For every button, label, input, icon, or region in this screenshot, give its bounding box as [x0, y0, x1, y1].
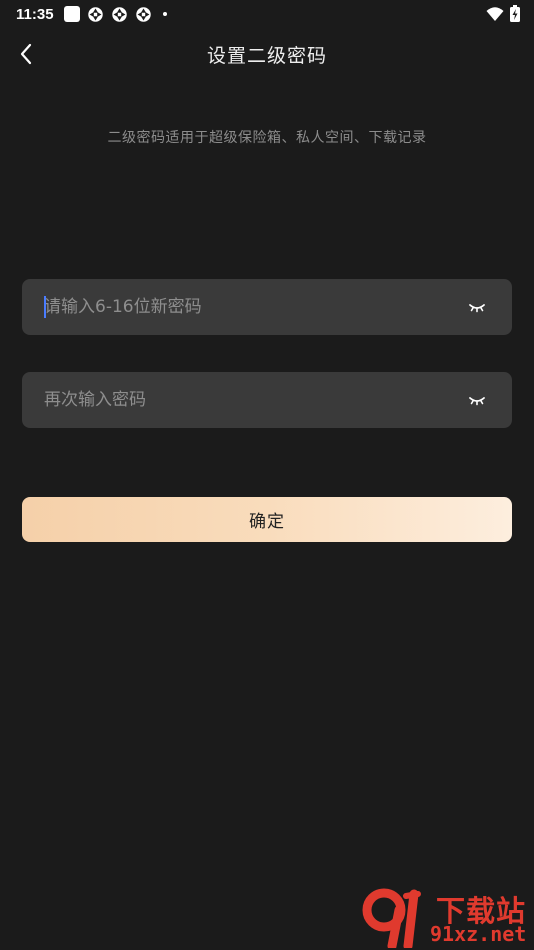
status-time: 11:35 [16, 5, 54, 23]
wifi-icon [486, 6, 504, 21]
status-right-icons [486, 5, 520, 22]
dot-icon [162, 12, 167, 16]
confirm-password-field[interactable] [22, 372, 512, 428]
watermark-url: 91xz.net [430, 922, 527, 946]
eye-closed-icon[interactable] [468, 299, 486, 315]
eye-closed-icon[interactable] [468, 392, 486, 408]
notification-icons [63, 6, 167, 23]
app-ring-icon [135, 6, 151, 22]
confirm-button[interactable]: 确定 [22, 497, 512, 542]
page-title: 设置二级密码 [206, 45, 327, 67]
watermark-logo-icon [362, 888, 421, 948]
description-text: 二级密码适用于超级保险箱、私人空间、下载记录 [107, 130, 427, 146]
battery-charging-icon [510, 5, 520, 22]
status-bar: 11:35 [0, 0, 534, 28]
notification-square-icon [63, 6, 80, 22]
confirm-password-input[interactable] [22, 372, 462, 428]
text-caret [44, 296, 46, 318]
watermark: 下载站 91xz.net [362, 886, 534, 950]
header: 设置二级密码 [0, 34, 534, 74]
new-password-field[interactable] [22, 279, 512, 335]
app-ring-icon [111, 6, 127, 22]
new-password-input[interactable] [22, 279, 462, 335]
app-ring-icon [87, 6, 103, 22]
